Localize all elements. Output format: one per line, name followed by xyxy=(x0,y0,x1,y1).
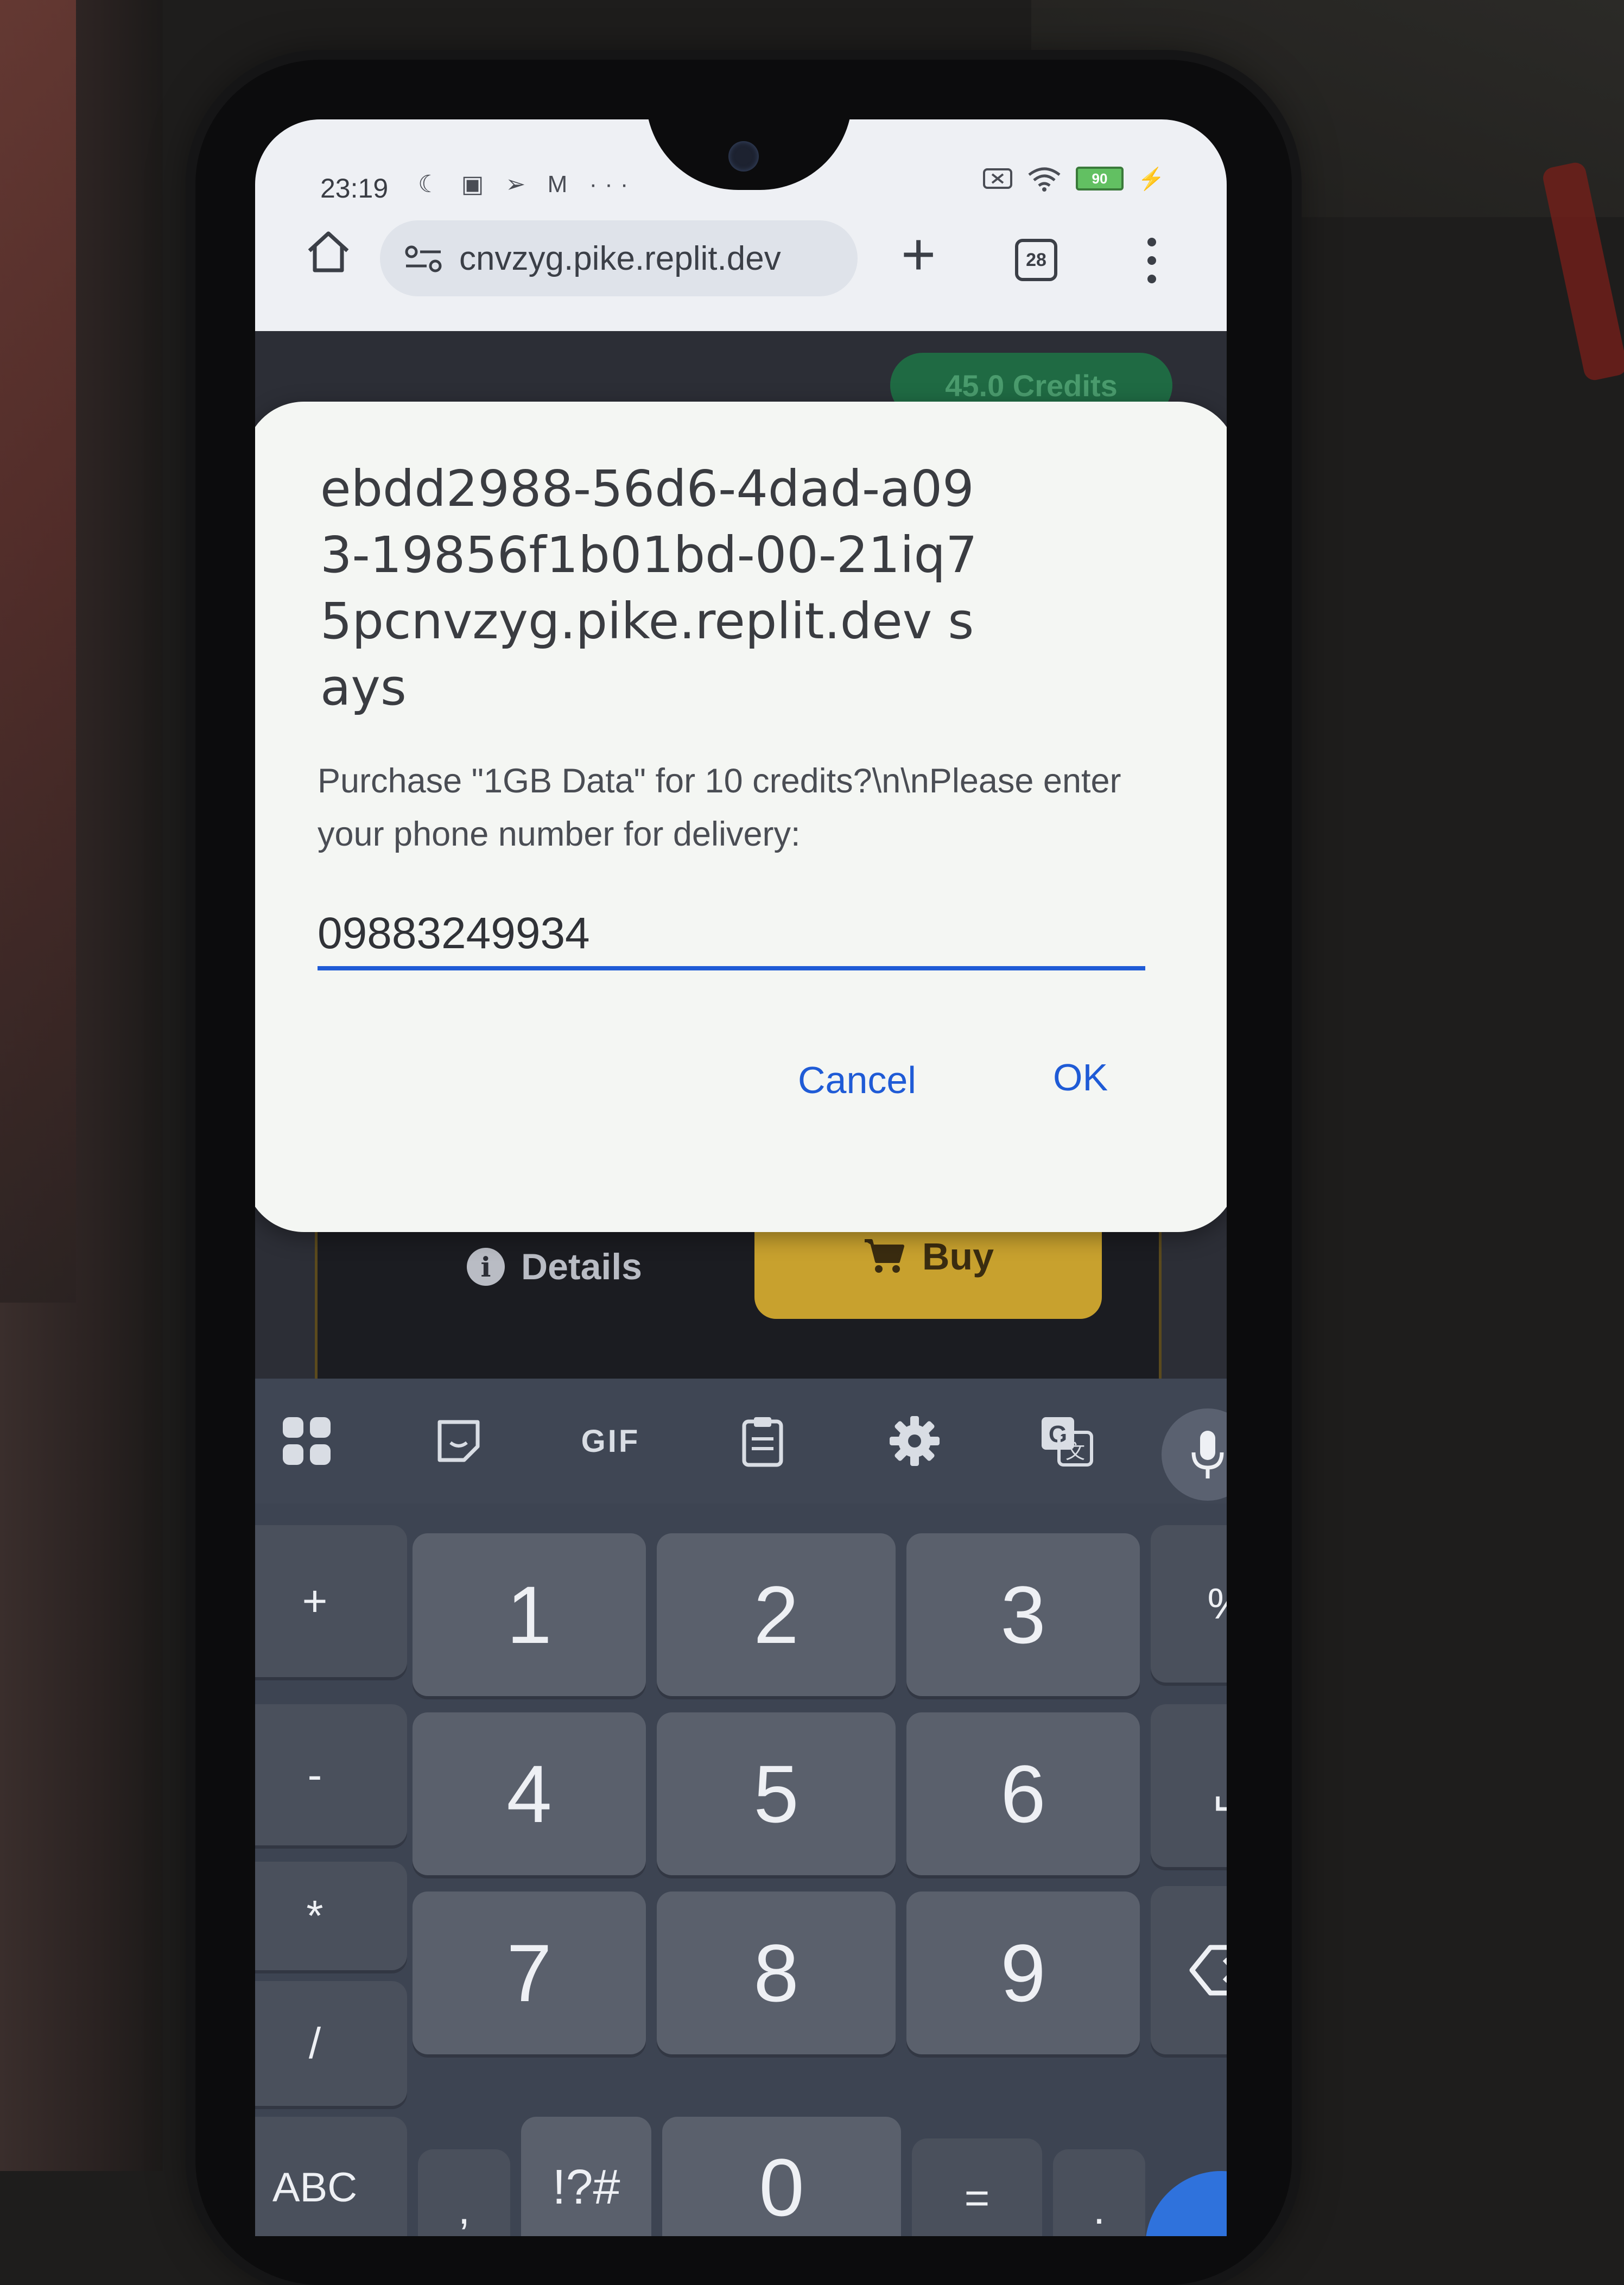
cart-icon xyxy=(864,1239,904,1273)
key-asterisk[interactable]: * xyxy=(255,1862,407,1970)
key-plus[interactable]: + xyxy=(255,1525,407,1677)
send-icon: ➢ xyxy=(505,171,534,198)
gmail-icon: M xyxy=(547,171,575,198)
more-menu-icon[interactable] xyxy=(1145,233,1158,288)
key-4[interactable]: 4 xyxy=(413,1712,646,1875)
sticker-icon[interactable] xyxy=(429,1411,489,1471)
browser-toolbar: cnvzyg.pike.replit.dev + 28 xyxy=(255,201,1227,331)
info-icon: i xyxy=(467,1248,505,1286)
moon-icon: ☾ xyxy=(418,171,447,198)
key-comma[interactable]: , xyxy=(418,2149,510,2236)
mic-icon xyxy=(1191,1431,1224,1478)
background-red-streak xyxy=(0,0,76,1303)
lock-icon: ▣ xyxy=(461,171,492,198)
phone-number-field[interactable] xyxy=(318,906,1145,970)
details-label: Details xyxy=(521,1246,642,1287)
key-0[interactable]: 0 xyxy=(662,2117,901,2236)
clipboard-icon[interactable] xyxy=(733,1411,792,1471)
key-1[interactable]: 1 xyxy=(413,1533,646,1696)
dialog-message: Purchase "1GB Data" for 10 credits?\n\nP… xyxy=(318,762,1121,853)
key-3[interactable]: 3 xyxy=(906,1533,1140,1696)
tab-switcher-button[interactable]: 28 xyxy=(1015,239,1057,281)
address-bar[interactable]: cnvzyg.pike.replit.dev xyxy=(380,220,858,296)
cancel-button[interactable]: Cancel xyxy=(787,1053,927,1107)
buy-label: Buy xyxy=(922,1235,994,1278)
svg-text:文: 文 xyxy=(1065,1441,1085,1463)
charging-icon: ⚡ xyxy=(1138,167,1165,191)
settings-gear-icon[interactable] xyxy=(885,1411,944,1471)
done-key[interactable] xyxy=(1145,2171,1227,2236)
key-7[interactable]: 7 xyxy=(413,1892,646,2054)
translate-icon[interactable]: G 文 xyxy=(1037,1411,1096,1471)
details-button[interactable]: i Details xyxy=(467,1246,642,1288)
new-tab-icon[interactable]: + xyxy=(901,225,936,284)
gif-button[interactable]: GIF xyxy=(581,1411,640,1471)
key-period[interactable]: . xyxy=(1053,2149,1145,2236)
checkmark-icon xyxy=(1189,2220,1227,2236)
wifi-icon xyxy=(1028,167,1061,192)
abc-key[interactable]: ABC xyxy=(255,2117,407,2236)
key-2[interactable]: 2 xyxy=(657,1533,896,1696)
key-5[interactable]: 5 xyxy=(657,1712,896,1875)
keyboard-toolbar: GIF G 文 xyxy=(255,1379,1227,1503)
symbols-key[interactable]: !?# xyxy=(521,2117,651,2236)
backspace-icon xyxy=(1189,1945,1227,1996)
ok-button[interactable]: OK xyxy=(1042,1050,1119,1105)
front-camera xyxy=(728,141,759,172)
site-settings-icon[interactable] xyxy=(402,242,445,275)
backspace-key[interactable] xyxy=(1151,1886,1227,2054)
battery-icon: 90 xyxy=(1076,167,1124,191)
url-text: cnvzyg.pike.replit.dev xyxy=(459,239,781,277)
status-time: 23:19 xyxy=(320,173,389,204)
key-slash[interactable]: / xyxy=(255,1981,407,2106)
dialog-title: ebdd2988-56d6-4dad-a093-19856f1b01bd-00-… xyxy=(320,460,978,716)
key-space[interactable]: ␣ xyxy=(1151,1704,1227,1867)
system-icons: 90 ⚡ xyxy=(982,165,1165,192)
key-6[interactable]: 6 xyxy=(906,1712,1140,1875)
phone-number-input[interactable] xyxy=(318,906,1132,961)
phone-screen: 23:19 ☾ ▣ ➢ M ··· 90 ⚡ cnvzyg.pike.repli… xyxy=(255,119,1227,2236)
more-notifications-icon: ··· xyxy=(589,171,636,198)
home-icon[interactable] xyxy=(299,223,358,282)
apps-grid-icon[interactable] xyxy=(277,1411,337,1471)
voice-input-button[interactable] xyxy=(1162,1408,1227,1501)
notification-icons: ☾ ▣ ➢ M ··· xyxy=(418,170,636,198)
no-sim-icon xyxy=(983,168,1012,189)
key-minus[interactable]: - xyxy=(255,1704,407,1845)
key-8[interactable]: 8 xyxy=(657,1892,896,2054)
prompt-dialog: ebdd2988-56d6-4dad-a093-19856f1b01bd-00-… xyxy=(255,402,1227,1232)
key-equals[interactable]: = xyxy=(912,2138,1042,2236)
numeric-keyboard: GIF G 文 + 1 2 3 - 4 5 6 ␣ * 7 8 9 / ABC … xyxy=(255,1379,1227,2236)
key-percent[interactable]: % xyxy=(1151,1525,1227,1683)
key-9[interactable]: 9 xyxy=(906,1892,1140,2054)
